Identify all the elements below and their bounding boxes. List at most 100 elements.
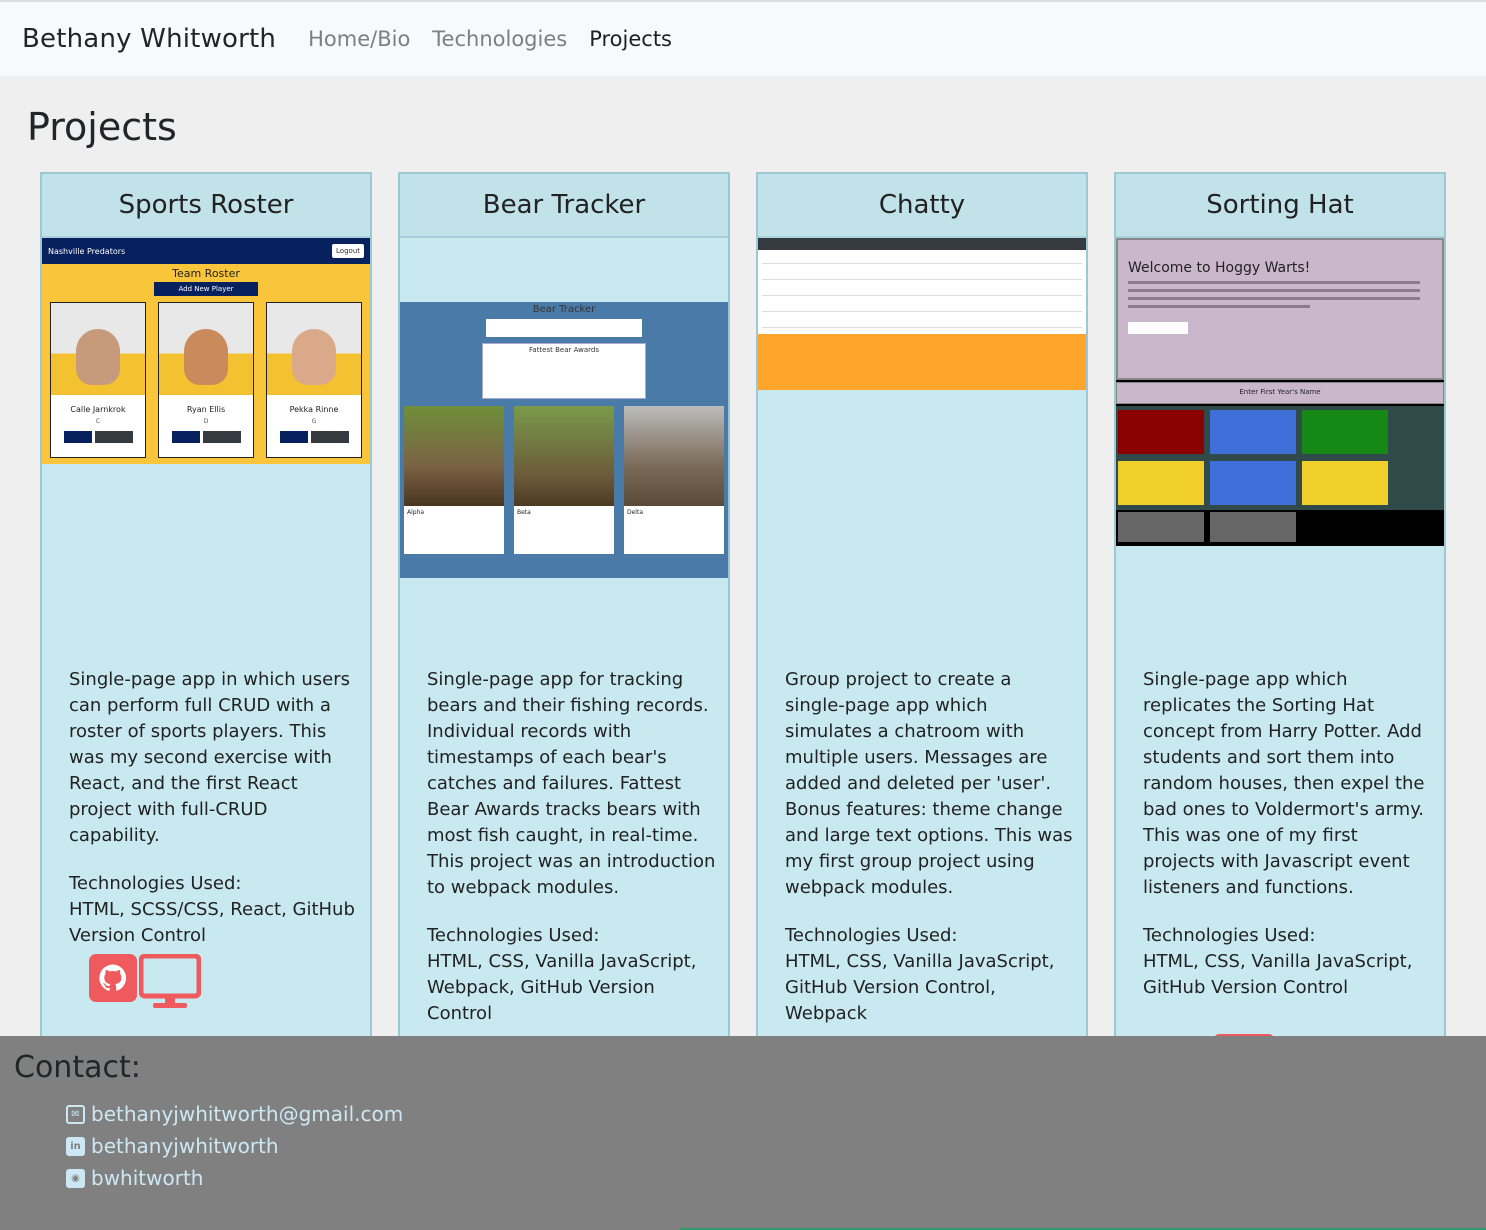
player-photo (267, 303, 361, 395)
screenshot-name-form: Enter First Year's Name (1116, 382, 1444, 404)
screenshot-house-grid (1116, 406, 1444, 510)
contact-email[interactable]: bethanyjwhitworth@gmail.com (91, 1102, 403, 1126)
contact-title: Contact: (14, 1050, 141, 1085)
contact-github[interactable]: bwhitworth (91, 1166, 203, 1190)
project-screenshot: Nashville Predators Logout Team Roster A… (42, 238, 370, 464)
card-description: Single-page app in which users can perfo… (69, 669, 351, 846)
github-icon (95, 960, 131, 996)
screenshot-footer (758, 334, 1086, 390)
project-links (89, 954, 201, 1010)
navbar: Bethany Whitworth Home/Bio Technologies … (0, 0, 1486, 76)
project-card-chatty: Chatty Group project to create a single-… (756, 172, 1088, 1052)
player-photo (159, 303, 253, 395)
screenshot-navbar: Nashville Predators Logout (42, 238, 370, 264)
edit-button-shape (279, 431, 308, 443)
screenshot-add-button: Add New Player (154, 282, 258, 296)
screenshot-bear-list: Alpha Beta Delta (404, 406, 724, 554)
navbar-brand[interactable]: Bethany Whitworth (22, 24, 276, 54)
contact-linkedin[interactable]: bethanyjwhitworth (91, 1134, 279, 1158)
text-line-shape (1128, 281, 1420, 284)
player-head-shape (184, 329, 228, 385)
player-actions (267, 431, 361, 443)
screenshot-awards-panel: Fattest Bear Awards (482, 343, 646, 399)
contact-email-link[interactable]: ✉ bethanyjwhitworth@gmail.com (66, 1102, 403, 1126)
screenshot-message (762, 254, 1082, 264)
card-body: Single-page app for tracking bears and t… (427, 667, 717, 1027)
tech-label: Technologies Used: (785, 925, 958, 946)
player-head-shape (292, 329, 336, 385)
player-position: D (203, 418, 209, 425)
screenshot-message (762, 286, 1082, 296)
card-title: Chatty (758, 174, 1086, 238)
screenshot-start-button (1128, 322, 1188, 334)
contact-github-link[interactable]: ◉ bwhitworth (66, 1166, 203, 1190)
contact-linkedin-link[interactable]: in bethanyjwhitworth (66, 1134, 279, 1158)
screenshot-message (762, 318, 1082, 328)
screenshot-logout-button: Logout (332, 244, 364, 258)
bear-name: Beta (517, 509, 531, 516)
github-icon: ◉ (66, 1168, 85, 1188)
screenshot-message (762, 270, 1082, 280)
envelope-icon: ✉ (66, 1104, 85, 1124)
tech-label: Technologies Used: (427, 925, 600, 946)
player-actions (51, 431, 145, 443)
screenshot-add-bear-input (486, 319, 642, 337)
player-name: Ryan Ellis (186, 405, 226, 414)
house-card-hufflepuff (1118, 461, 1204, 505)
player-actions (159, 431, 253, 443)
expelled-card (1118, 512, 1204, 542)
project-screenshot (758, 238, 1086, 390)
screenshot-welcome-title: Welcome to Hoggy Warts! (1128, 260, 1311, 276)
project-screenshot: Welcome to Hoggy Warts! Enter First Year… (1116, 238, 1444, 546)
player-name: Pekka Rinne (289, 405, 339, 414)
bear-name: Delta (627, 509, 644, 516)
screenshot-message (762, 302, 1082, 312)
bear-photo (514, 406, 614, 506)
house-card-ravenclaw (1210, 410, 1296, 454)
delete-button-shape (202, 431, 241, 443)
screenshot-bear-card: Beta (514, 406, 614, 554)
expelled-card (1210, 512, 1296, 542)
edit-button-shape (171, 431, 200, 443)
card-description: Single-page app for tracking bears and t… (427, 669, 716, 898)
house-card-gryffindor (1118, 410, 1204, 454)
screenshot-heading: Team Roster (172, 267, 240, 280)
github-repo-button[interactable] (89, 954, 137, 1002)
card-title: Sports Roster (42, 174, 370, 238)
screenshot-team-name: Nashville Predators (48, 246, 126, 256)
nav-link-home-bio[interactable]: Home/Bio (308, 27, 410, 51)
tech-list: HTML, CSS, Vanilla JavaScript, GitHub Ve… (785, 951, 1055, 1024)
delete-button-shape (310, 431, 349, 443)
card-title: Bear Tracker (400, 174, 728, 238)
tech-label: Technologies Used: (1143, 925, 1316, 946)
nav-link-projects[interactable]: Projects (589, 27, 672, 51)
player-position: G (311, 418, 317, 425)
text-line-shape (1128, 289, 1420, 292)
house-card-slytherin (1302, 410, 1388, 454)
contact-footer: Contact: ✉ bethanyjwhitworth@gmail.com i… (0, 1036, 1486, 1230)
bear-name: Alpha (407, 509, 425, 516)
linkedin-icon: in (66, 1136, 85, 1156)
card-body: Single-page app in which users can perfo… (69, 667, 359, 949)
card-description: Single-page app which replicates the Sor… (1143, 669, 1425, 898)
screenshot-player-list: Calle Jarnkrok C Ryan Ellis D Pekka Rinn… (42, 296, 370, 458)
card-title: Sorting Hat (1116, 174, 1444, 238)
project-card-bear-tracker: Bear Tracker Bear Tracker Fattest Bear A… (398, 172, 730, 1052)
house-card-hufflepuff (1302, 461, 1388, 505)
screenshot-navbar (758, 238, 1086, 250)
screenshot-message-list (758, 250, 1086, 334)
project-screenshot: Bear Tracker Fattest Bear Awards Alpha B… (400, 302, 728, 578)
project-card-sorting-hat: Sorting Hat Welcome to Hoggy Warts! Ente… (1114, 172, 1446, 1052)
card-body: Group project to create a single-page ap… (785, 667, 1075, 1027)
tech-list: HTML, SCSS/CSS, React, GitHub Version Co… (69, 899, 355, 946)
card-body: Single-page app which replicates the Sor… (1143, 667, 1433, 1001)
deployed-site-monitor-icon[interactable] (139, 954, 201, 1010)
player-name: Calle Jarnkrok (70, 405, 126, 414)
delete-button-shape (94, 431, 133, 443)
screenshot-player-card: Ryan Ellis D (158, 302, 254, 458)
screenshot-heading: Bear Tracker (532, 304, 596, 315)
project-card-sports-roster: Sports Roster Nashville Predators Logout… (40, 172, 372, 1052)
nav-link-technologies[interactable]: Technologies (432, 27, 567, 51)
player-photo (51, 303, 145, 395)
screenshot-player-card: Calle Jarnkrok C (50, 302, 146, 458)
